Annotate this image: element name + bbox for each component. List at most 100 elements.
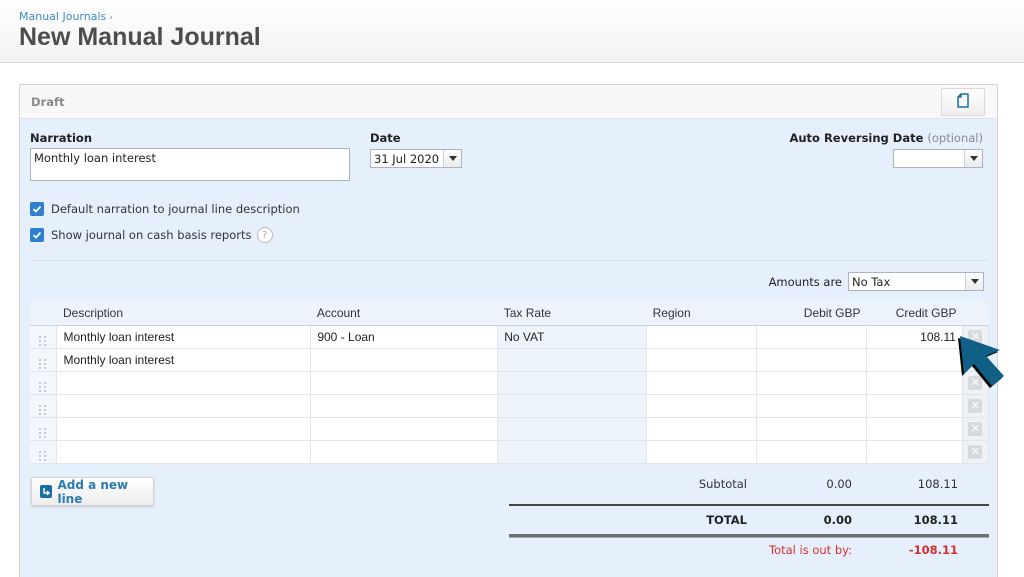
delete-row-button[interactable]: ✕ — [961, 416, 990, 441]
cash-basis-option: Show journal on cash basis reports ? — [30, 227, 273, 243]
date-label: Date — [370, 131, 401, 145]
description-cell[interactable] — [56, 393, 312, 418]
region-cell[interactable] — [646, 370, 758, 395]
amounts-are-label: Amounts are — [768, 275, 842, 289]
delete-row-button[interactable]: ✕ — [961, 439, 990, 464]
date-picker[interactable]: 31 Jul 2020 — [370, 149, 462, 168]
chevron-down-icon — [448, 156, 457, 161]
table-row: ✕ — [30, 393, 990, 418]
narration-input[interactable]: Monthly loan interest — [30, 148, 350, 181]
drag-handle[interactable] — [30, 324, 58, 349]
section-divider — [30, 260, 988, 261]
credit-cell[interactable] — [866, 439, 963, 464]
help-icon[interactable]: ? — [256, 227, 273, 243]
column-header-region: Region — [646, 302, 757, 326]
description-cell[interactable]: Monthly loan interest — [56, 324, 312, 349]
optional-hint: (optional) — [927, 131, 983, 145]
debit-cell[interactable] — [756, 370, 867, 395]
account-cell[interactable] — [310, 393, 499, 418]
close-icon: ✕ — [968, 399, 983, 413]
amounts-are-select[interactable]: No Tax — [848, 272, 984, 291]
table-header-row: Description Account Tax Rate Region Debi… — [30, 302, 989, 326]
drag-handle-icon — [39, 336, 47, 346]
region-cell[interactable] — [646, 393, 758, 418]
column-header-debit: Debit GBP — [756, 302, 867, 326]
delete-column-header — [962, 302, 989, 326]
subtotal-credit: 108.11 — [917, 477, 958, 491]
drag-column-header — [30, 302, 57, 326]
debit-cell[interactable] — [756, 324, 867, 349]
auto-reversing-label: Auto Reversing Date (optional) — [789, 131, 983, 145]
drag-handle[interactable] — [30, 416, 58, 441]
cash-basis-checkbox[interactable] — [30, 228, 44, 242]
region-cell[interactable] — [646, 347, 758, 372]
tax-rate-cell[interactable]: No VAT — [497, 324, 648, 349]
tax-rate-cell[interactable] — [497, 416, 648, 441]
delete-row-button[interactable]: ✕ — [961, 347, 990, 372]
close-icon: ✕ — [968, 376, 983, 390]
tax-rate-cell[interactable] — [497, 347, 648, 372]
column-header-description: Description — [56, 302, 311, 326]
debit-cell[interactable] — [756, 393, 867, 418]
auto-reversing-date-picker[interactable] — [893, 149, 983, 168]
credit-cell[interactable] — [866, 416, 963, 441]
subtotal-label: Subtotal — [698, 477, 747, 491]
checkmark-icon — [32, 205, 42, 213]
description-cell[interactable] — [56, 416, 312, 441]
account-cell[interactable] — [310, 416, 499, 441]
tax-rate-cell[interactable] — [497, 393, 648, 418]
drag-handle[interactable] — [30, 393, 58, 418]
description-cell[interactable]: Monthly loan interest — [56, 347, 312, 372]
journal-panel: Draft Narration Monthly loan interest Da… — [19, 84, 998, 577]
drag-handle[interactable] — [30, 370, 58, 395]
auto-reversing-dropdown-button[interactable] — [964, 150, 982, 167]
delete-row-button[interactable]: ✕ — [961, 324, 990, 349]
breadcrumb-link-manual-journals[interactable]: Manual Journals — [19, 10, 106, 23]
close-icon: ✕ — [968, 422, 983, 436]
breadcrumb-separator: › — [109, 13, 113, 23]
out-by-label: Total is out by: — [769, 543, 852, 557]
account-cell[interactable]: 900 - Loan — [310, 324, 499, 349]
description-cell[interactable] — [56, 439, 312, 464]
region-cell[interactable] — [646, 439, 758, 464]
tax-rate-cell[interactable] — [497, 439, 648, 464]
drag-handle[interactable] — [30, 347, 58, 372]
debit-cell[interactable] — [756, 416, 867, 441]
add-line-icon — [40, 485, 53, 498]
drag-handle[interactable] — [30, 439, 58, 464]
region-cell[interactable] — [646, 324, 758, 349]
date-dropdown-button[interactable] — [443, 150, 461, 167]
drag-handle-icon — [39, 359, 47, 369]
subtotal-rule — [509, 504, 989, 506]
breadcrumb: Manual Journals › — [19, 10, 113, 23]
description-cell[interactable] — [56, 370, 312, 395]
default-narration-checkbox[interactable] — [30, 202, 44, 216]
account-cell[interactable] — [310, 347, 499, 372]
close-icon: ✕ — [968, 353, 983, 367]
document-icon — [957, 92, 969, 112]
narration-label: Narration — [30, 131, 93, 145]
out-by-value: -108.11 — [908, 543, 958, 557]
total-credit: 108.11 — [913, 513, 958, 527]
debit-cell[interactable] — [756, 439, 867, 464]
credit-cell[interactable] — [866, 370, 963, 395]
copy-journal-button[interactable] — [941, 88, 985, 116]
credit-cell[interactable] — [866, 393, 963, 418]
close-icon: ✕ — [968, 445, 983, 459]
add-new-line-label: Add a new line — [57, 477, 129, 506]
amounts-are-dropdown-button[interactable] — [965, 273, 983, 290]
credit-cell[interactable]: 108.11 — [866, 324, 963, 349]
account-cell[interactable] — [310, 439, 499, 464]
tax-rate-cell[interactable] — [497, 370, 648, 395]
debit-cell[interactable] — [756, 347, 867, 372]
total-rule — [509, 534, 989, 538]
table-row: Monthly loan interest ✕ — [30, 347, 990, 372]
region-cell[interactable] — [646, 416, 758, 441]
add-new-line-button[interactable]: Add a new line — [31, 477, 154, 506]
delete-row-button[interactable]: ✕ — [961, 393, 990, 418]
default-narration-option: Default narration to journal line descri… — [30, 202, 300, 216]
delete-row-button[interactable]: ✕ — [961, 370, 990, 395]
default-narration-label: Default narration to journal line descri… — [51, 202, 300, 216]
account-cell[interactable] — [310, 370, 499, 395]
credit-cell[interactable] — [866, 347, 963, 372]
